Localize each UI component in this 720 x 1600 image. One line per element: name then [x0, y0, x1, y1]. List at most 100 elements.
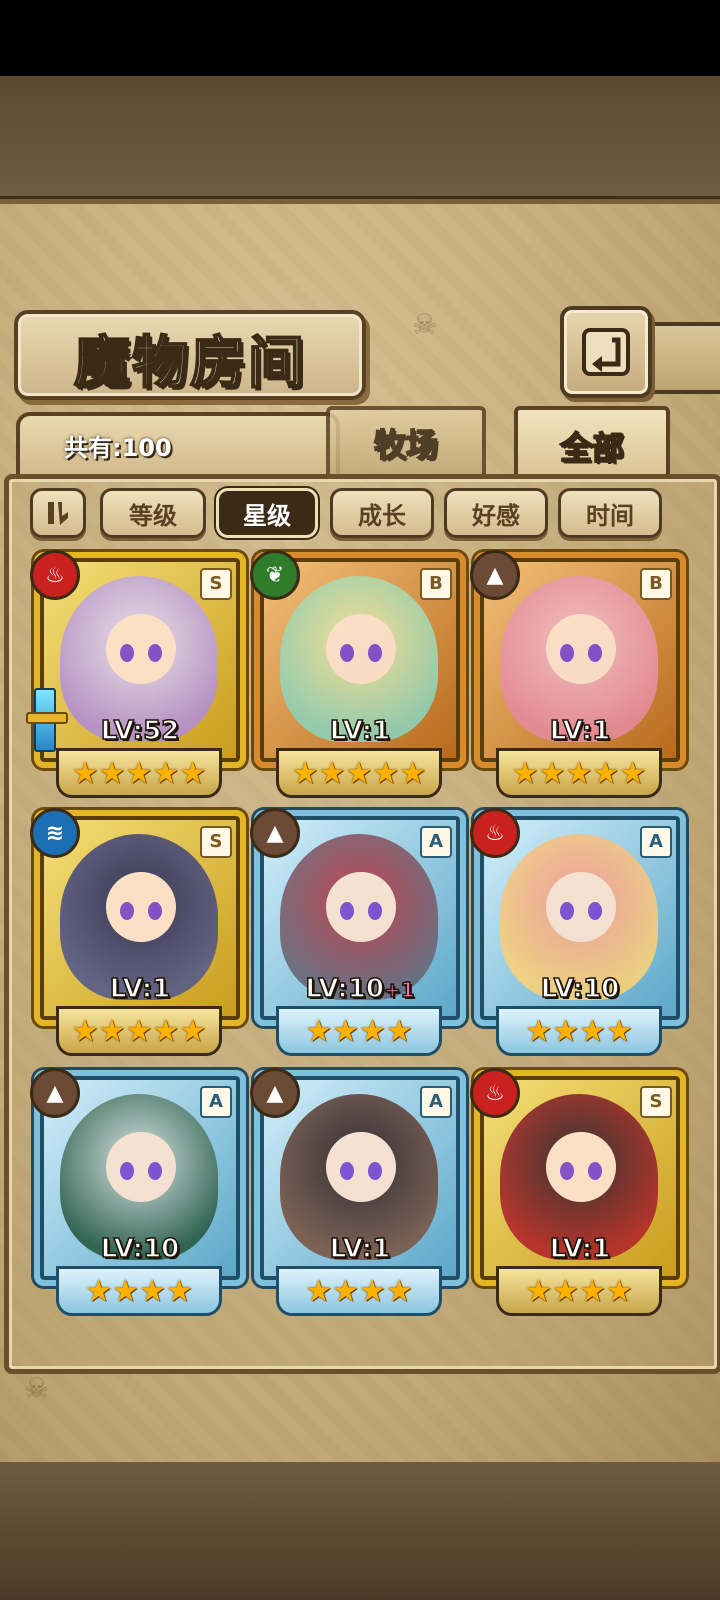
rank-badge: A	[200, 1086, 232, 1118]
total-count: 共有:100	[64, 434, 172, 462]
sort-star-button[interactable]: 星级	[216, 488, 318, 538]
sort-level-button[interactable]: 等级	[100, 488, 206, 538]
monster-face	[106, 1132, 176, 1202]
sword-icon	[26, 688, 68, 752]
star-rating: ★★★★	[496, 1006, 662, 1056]
monster-card[interactable]: S LV:1 ≋ ★★★★★	[30, 808, 246, 1056]
water-element-icon: ≋	[30, 808, 80, 858]
rank-badge: S	[200, 826, 232, 858]
star-rating: ★★★★	[56, 1266, 222, 1316]
status-bar	[0, 0, 720, 76]
level-label: LV:10	[40, 1233, 240, 1265]
monster-face	[106, 872, 176, 942]
skull-map-icon: ☠	[412, 308, 438, 341]
skull-map-icon: ☠	[24, 1372, 50, 1405]
rank-badge: A	[640, 826, 672, 858]
sort-affection-button[interactable]: 好感	[444, 488, 548, 538]
monster-eye	[588, 644, 602, 662]
monster-eye	[120, 1162, 134, 1180]
monster-card[interactable]: A LV:10 ▲ ★★★★	[30, 1068, 246, 1316]
monster-eye	[368, 902, 382, 920]
monster-face	[106, 614, 176, 684]
level-value: LV:1	[329, 1233, 391, 1265]
monster-card[interactable]: A LV:1 ▲ ★★★★	[250, 1068, 466, 1316]
level-value: LV:10	[100, 1233, 180, 1265]
level-label: LV:10+1	[260, 973, 460, 1005]
rank-badge: A	[420, 1086, 452, 1118]
level-value: LV:1	[549, 1233, 611, 1265]
level-label: LV:1	[480, 1233, 680, 1265]
monster-eye	[588, 902, 602, 920]
sort-order-toggle[interactable]	[30, 488, 86, 538]
back-arrow-icon	[582, 328, 630, 376]
monster-eye	[120, 902, 134, 920]
monster-grid: S LV:52 ♨ ★★★★★ B LV:1 ❦ ★★★★★ B LV:1 ▲ ★★★★★ S LV:1 ≋…	[26, 550, 690, 1332]
monster-eye	[340, 902, 354, 920]
level-label: LV:52	[40, 715, 240, 747]
star-rating: ★★★★	[276, 1006, 442, 1056]
star-rating: ★★★★★	[276, 748, 442, 798]
earth-element-icon: ▲	[30, 1068, 80, 1118]
star-rating: ★★★★	[276, 1266, 442, 1316]
monster-card[interactable]: S LV:52 ♨ ★★★★★	[26, 550, 246, 798]
level-label: LV:1	[260, 715, 460, 747]
level-label: LV:1	[40, 973, 240, 1005]
fire-element-icon: ♨	[470, 1068, 520, 1118]
tab-ranch[interactable]: 牧场	[326, 406, 486, 476]
sort-bar: 等级 星级 成长 好感 时间	[30, 488, 680, 538]
monster-eye	[148, 644, 162, 662]
star-rating: ★★★★★	[56, 748, 222, 798]
level-label: LV:1	[260, 1233, 460, 1265]
sort-time-button[interactable]: 时间	[558, 488, 662, 538]
monster-card[interactable]: B LV:1 ❦ ★★★★★	[250, 550, 466, 798]
top-map-band	[0, 76, 720, 199]
monster-eye	[148, 902, 162, 920]
pause-sort-toggle-icon	[48, 502, 68, 525]
monster-eye	[560, 644, 574, 662]
rank-badge: B	[640, 568, 672, 600]
monster-card[interactable]: S LV:1 ♨ ★★★★	[470, 1068, 686, 1316]
level-value: LV:52	[100, 715, 180, 747]
monster-eye	[340, 644, 354, 662]
fire-element-icon: ♨	[470, 808, 520, 858]
star-rating: ★★★★	[496, 1266, 662, 1316]
tab-all[interactable]: 全部	[514, 406, 670, 482]
monster-card[interactable]: B LV:1 ▲ ★★★★★	[470, 550, 686, 798]
monster-eye	[560, 1162, 574, 1180]
monster-face	[546, 1132, 616, 1202]
star-rating: ★★★★★	[56, 1006, 222, 1056]
monster-eye	[340, 1162, 354, 1180]
sort-growth-button[interactable]: 成长	[330, 488, 434, 538]
monster-card[interactable]: A LV:10 ♨ ★★★★	[470, 808, 686, 1056]
level-value: LV:1	[109, 973, 171, 1005]
star-rating: ★★★★★	[496, 748, 662, 798]
monster-face	[326, 614, 396, 684]
level-value: LV:1	[329, 715, 391, 747]
earth-element-icon: ▲	[250, 808, 300, 858]
level-value: LV:1	[549, 715, 611, 747]
back-button[interactable]	[560, 306, 652, 398]
monster-face	[326, 1132, 396, 1202]
monster-eye	[368, 644, 382, 662]
bottom-map-band	[0, 1462, 720, 1600]
level-label: LV:1	[480, 715, 680, 747]
count-tab: 共有:100	[16, 412, 340, 474]
rank-badge: S	[640, 1086, 672, 1118]
monster-face	[546, 872, 616, 942]
earth-element-icon: ▲	[250, 1068, 300, 1118]
monster-eye	[148, 1162, 162, 1180]
fire-element-icon: ♨	[30, 550, 80, 600]
monster-eye	[120, 644, 134, 662]
rank-badge: A	[420, 826, 452, 858]
title-plate: 魔物房间	[14, 310, 366, 400]
earth-element-icon: ▲	[470, 550, 520, 600]
page-title: 魔物房间	[73, 329, 306, 397]
level-bonus: +1	[383, 977, 415, 1003]
rank-badge: B	[420, 568, 452, 600]
monster-eye	[368, 1162, 382, 1180]
monster-eye	[588, 1162, 602, 1180]
monster-face	[326, 872, 396, 942]
wind-element-icon: ❦	[250, 550, 300, 600]
monster-card[interactable]: A LV:10+1 ▲ ★★★★	[250, 808, 466, 1056]
level-value: LV:10	[540, 973, 620, 1005]
